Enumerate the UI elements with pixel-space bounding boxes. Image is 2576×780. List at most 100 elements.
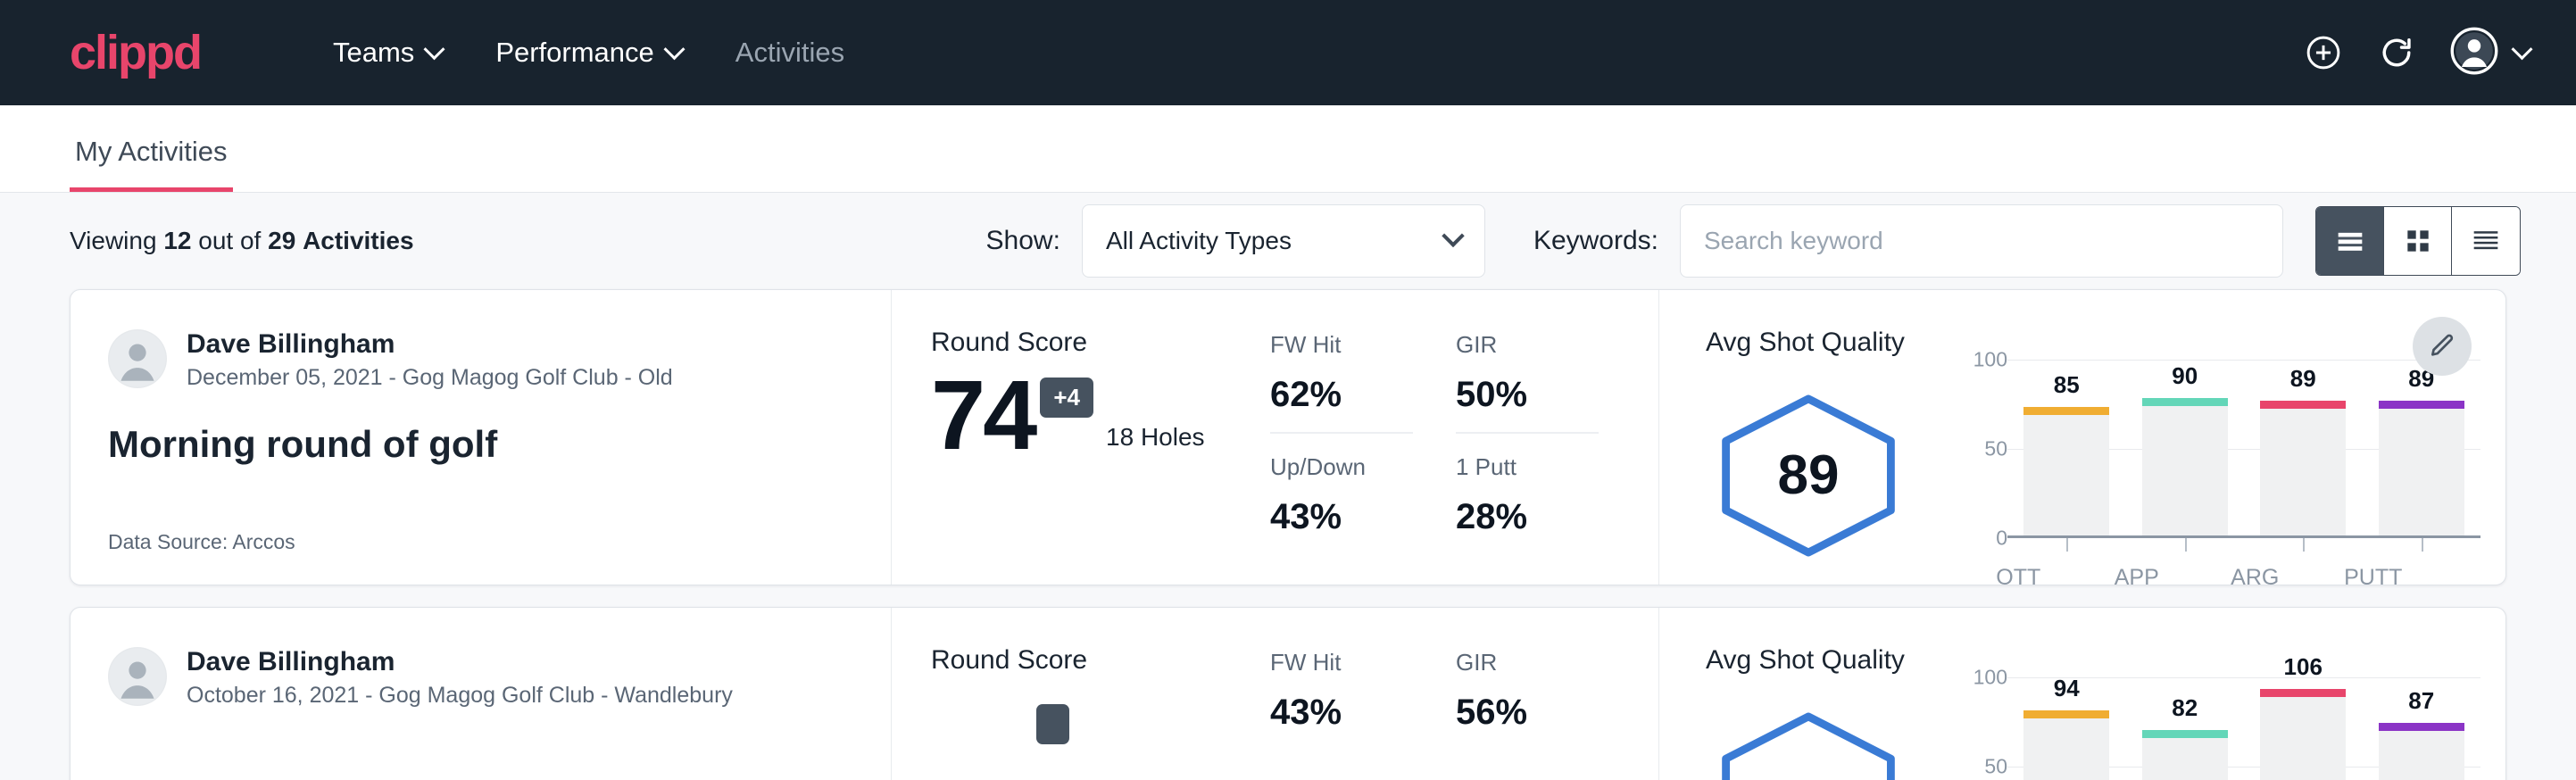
chart-x-labels: OTT APP ARG PUTT <box>1959 565 2432 585</box>
x-label-putt: PUTT <box>2314 565 2433 585</box>
chevron-down-icon <box>424 38 445 60</box>
round-score-block: Round Score 74 +4 18 Holes <box>931 328 1270 554</box>
account-menu[interactable] <box>2450 27 2530 79</box>
activities-count-text: Viewing 12 out of 29 Activities <box>70 227 414 255</box>
nav-item-teams-label: Teams <box>333 37 414 69</box>
shot-quality-hexagon: 89 <box>1715 393 1902 559</box>
stat-gir-label: GIR <box>1456 331 1599 359</box>
y-tick-50: 50 <box>1984 755 2007 779</box>
stat-up-down: Up/Down 43% <box>1270 453 1413 554</box>
avg-shot-quality-label: Avg Shot Quality <box>1706 645 2505 676</box>
bar-value-putt: 87 <box>2408 687 2434 715</box>
chart-bars: 85 90 <box>2007 360 2480 538</box>
compact-view-button[interactable] <box>2452 207 2520 275</box>
shot-quality-bar-chart: 100 50 0 <box>1950 677 2480 780</box>
primary-nav: Teams Performance Activities <box>306 37 871 69</box>
bar-cap-app <box>2142 730 2228 738</box>
shot-quality-value <box>1715 710 1902 780</box>
activity-owner: Dave Billingham October 16, 2021 - Gog M… <box>108 645 848 709</box>
nav-item-performance-label: Performance <box>495 37 653 69</box>
avg-shot-quality-column: Avg Shot Quality 89 100 50 0 <box>1659 290 2505 585</box>
x-tick-ott <box>2066 538 2068 552</box>
bar-putt: 89 <box>2363 360 2481 538</box>
nav-item-activities[interactable]: Activities <box>709 37 871 69</box>
nav-item-performance[interactable]: Performance <box>469 37 708 69</box>
nav-actions <box>2304 27 2530 79</box>
shot-quality-bar-chart: 100 50 0 <box>1950 360 2480 538</box>
bar-app: 90 <box>2126 360 2245 538</box>
activity-type-select-value: All Activity Types <box>1106 227 1292 255</box>
shot-quality-value: 89 <box>1715 393 1902 559</box>
round-score-block: Round Score <box>931 645 1270 780</box>
activity-card[interactable]: Dave Billingham October 16, 2021 - Gog M… <box>70 607 2506 780</box>
bar-value-ott: 94 <box>2054 675 2080 702</box>
activity-card[interactable]: Dave Billingham December 05, 2021 - Gog … <box>70 289 2506 585</box>
chart-bars: 94 82 <box>2007 677 2480 780</box>
stat-fw-hit-value: 43% <box>1270 693 1413 733</box>
x-tick-arg <box>2303 538 2305 552</box>
pencil-icon <box>2428 332 2456 361</box>
filter-bar: Viewing 12 out of 29 Activities Show: Al… <box>0 193 2576 289</box>
avg-shot-quality-label: Avg Shot Quality <box>1706 328 2505 358</box>
tab-my-activities[interactable]: My Activities <box>70 136 233 192</box>
stat-gir-value: 56% <box>1456 693 1599 733</box>
avatar <box>108 329 167 388</box>
score-to-par-badge <box>1036 704 1069 744</box>
bar-cap-arg <box>2260 401 2346 409</box>
avg-shot-quality-body: 89 100 50 0 <box>1706 360 2505 585</box>
bar-arg: 89 <box>2244 360 2363 538</box>
bar-putt: 87 <box>2363 677 2481 780</box>
owner-name: Dave Billingham <box>187 645 733 679</box>
round-stats-grid: FW Hit 43% GIR 56% <box>1270 649 1599 780</box>
round-score-label: Round Score <box>931 328 1270 358</box>
stat-gir-label: GIR <box>1456 649 1599 676</box>
bar-ott: 85 <box>2007 360 2126 538</box>
bar-cap-ott <box>2023 710 2109 718</box>
compact-view-icon <box>2468 223 2504 259</box>
person-avatar-icon <box>108 329 167 388</box>
plus-circle-icon[interactable] <box>2304 33 2343 72</box>
chevron-down-icon <box>663 38 685 60</box>
stat-gir: GIR 56% <box>1456 649 1599 780</box>
stat-fw-hit-value: 62% <box>1270 375 1413 415</box>
bar-cap-ott <box>2023 407 2109 415</box>
list-view-button[interactable] <box>2316 207 2384 275</box>
stat-up-down-value: 43% <box>1270 497 1413 537</box>
bar-cap-putt <box>2379 723 2464 731</box>
grid-view-button[interactable] <box>2384 207 2452 275</box>
stat-fw-hit: FW Hit 43% <box>1270 649 1413 780</box>
nav-item-teams[interactable]: Teams <box>306 37 469 69</box>
account-avatar-icon <box>2450 27 2498 79</box>
person-avatar-icon <box>108 647 167 706</box>
shot-quality-hexagon <box>1715 710 1902 780</box>
y-tick-100: 100 <box>1974 348 2007 372</box>
clippd-logo[interactable]: clippd <box>70 29 201 77</box>
stat-fw-hit: FW Hit 62% <box>1270 331 1413 434</box>
activity-meta: December 05, 2021 - Gog Magog Golf Club … <box>187 365 673 391</box>
stat-gir-value: 50% <box>1456 375 1599 415</box>
edit-activity-button[interactable] <box>2413 317 2472 376</box>
bar-arg: 106 <box>2244 677 2363 780</box>
activity-type-select[interactable]: All Activity Types <box>1082 204 1485 278</box>
stat-gir: GIR 50% <box>1456 331 1599 434</box>
shot-quality-chart: 100 50 0 <box>1902 677 2480 780</box>
stat-fw-hit-label: FW Hit <box>1270 649 1413 676</box>
activity-info-column: Dave Billingham December 05, 2021 - Gog … <box>71 290 892 585</box>
top-navigation-bar: clippd Teams Performance Activities <box>0 0 2576 105</box>
filter-controls: Show: All Activity Types Keywords: <box>986 204 2521 278</box>
y-tick-100: 100 <box>1974 666 2007 690</box>
tab-my-activities-label: My Activities <box>75 136 228 167</box>
round-score-value: 74 <box>931 370 1035 461</box>
search-input[interactable] <box>1680 204 2283 278</box>
refresh-icon[interactable] <box>2377 33 2416 72</box>
x-tick-putt <box>2422 538 2423 552</box>
chart-y-axis: 100 50 0 <box>1950 360 2007 538</box>
viewing-middle: out of <box>198 227 261 254</box>
y-tick-0: 0 <box>1996 527 2007 551</box>
round-score-label: Round Score <box>931 645 1270 676</box>
x-tick-app <box>2185 538 2187 552</box>
bar-value-app: 82 <box>2172 694 2198 722</box>
chart-plot-area: 85 90 <box>2007 360 2480 538</box>
activity-meta: October 16, 2021 - Gog Magog Golf Club -… <box>187 683 733 709</box>
bar-cap-app <box>2142 398 2228 406</box>
